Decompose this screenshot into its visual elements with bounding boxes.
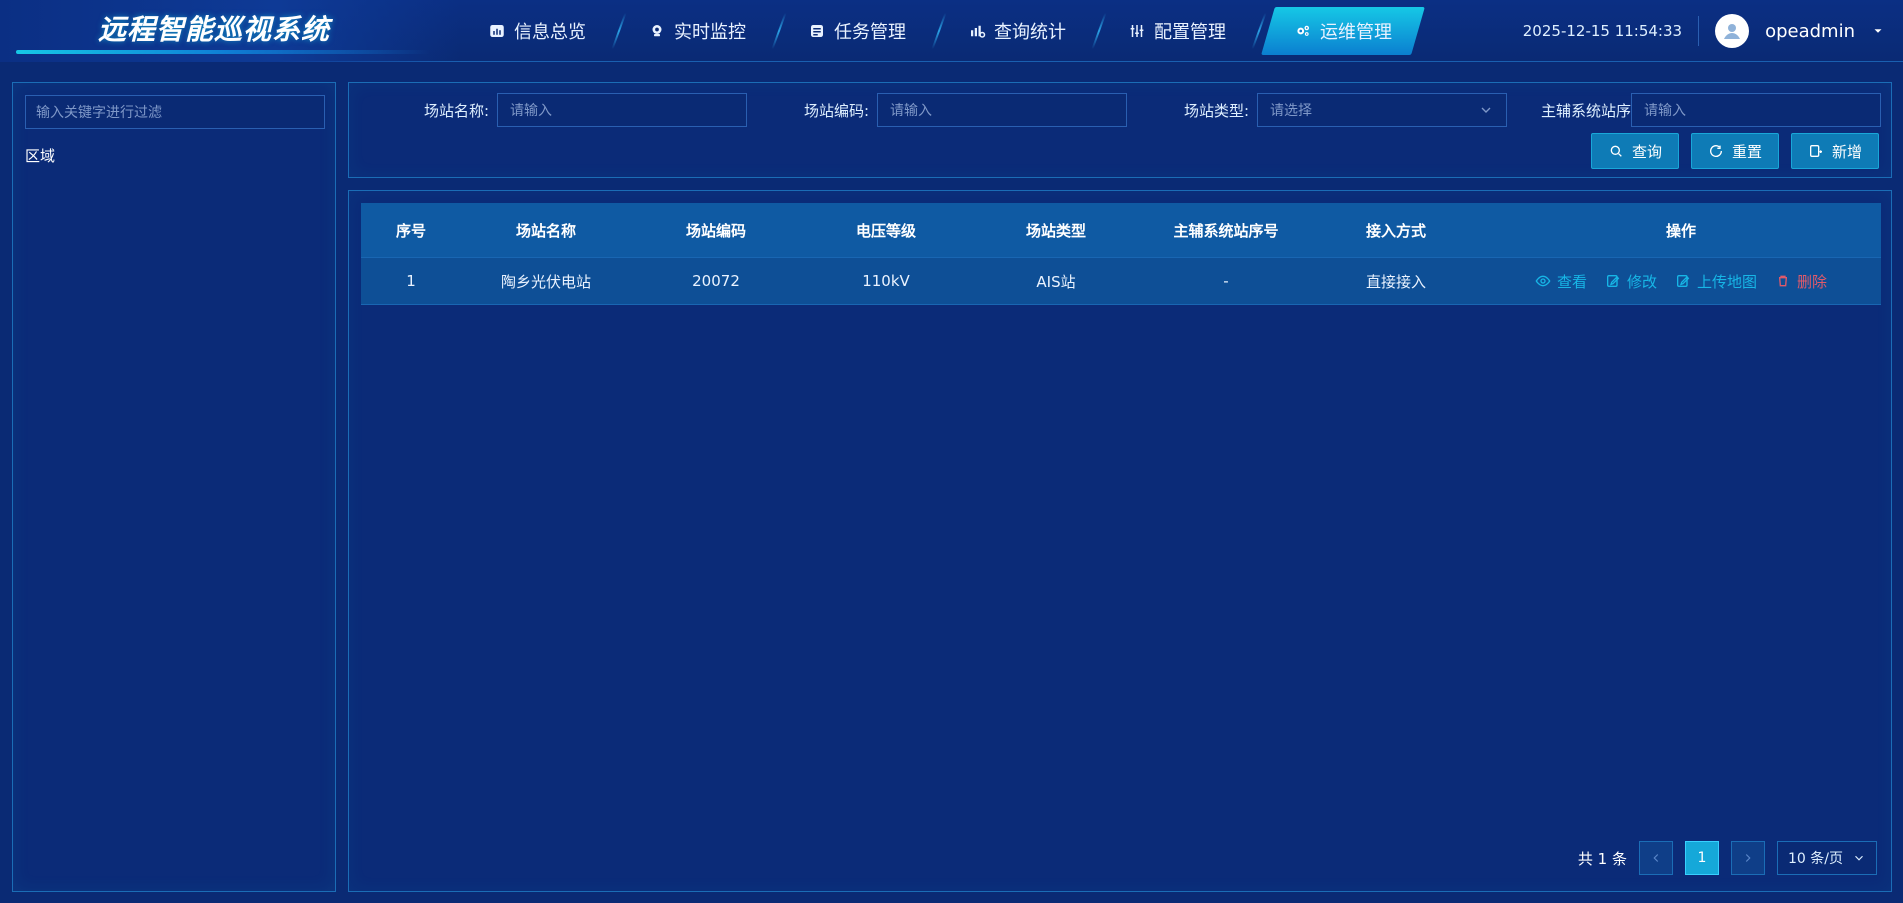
label-station-type: 场站类型:	[1183, 102, 1249, 120]
next-page-button[interactable]	[1731, 841, 1765, 875]
left-panel: 区域	[12, 82, 336, 892]
nav-item-config[interactable]: 配置管理	[1102, 7, 1267, 55]
add-label: 新增	[1831, 143, 1862, 161]
reset-label: 重置	[1731, 143, 1762, 161]
cell-code: 20072	[692, 272, 740, 290]
eye-icon	[1535, 275, 1551, 287]
view-label: 查看	[1556, 272, 1587, 291]
avatar[interactable]	[1715, 14, 1750, 48]
header-divider	[1698, 16, 1700, 46]
nav-label-overview: 信息总览	[514, 22, 586, 43]
search-row: 场站名称: 场站编码: 场站类型: 请选择 主辅系统站序号:	[349, 93, 1891, 129]
reset-button[interactable]: 重置	[1690, 133, 1779, 169]
caret-down-icon[interactable]	[1871, 24, 1885, 38]
pagination: 共 1 条 1 10 条/页	[1578, 841, 1877, 875]
camera-icon	[652, 25, 662, 37]
cell-index: 1	[406, 272, 416, 290]
th-name: 场站名称	[515, 221, 576, 240]
upload-map-label: 上传地图	[1697, 272, 1758, 291]
tree-root[interactable]: 区域	[25, 145, 55, 166]
datetime: 2025-12-15 11:54:33	[1522, 22, 1683, 40]
th-code: 场站编码	[685, 221, 746, 240]
cell-access: 直接接入	[1365, 272, 1426, 291]
refresh-icon	[1709, 145, 1722, 157]
cell-name: 陶乡光伏电站	[500, 272, 591, 291]
nav-item-monitor[interactable]: 实时监控	[622, 7, 787, 55]
edit-action[interactable]: 修改	[1605, 271, 1657, 292]
cell-actions: 查看 修改 上传地图 删除	[1481, 271, 1881, 292]
nav-item-tasks[interactable]: 任务管理	[782, 7, 947, 55]
username[interactable]: opeadmin	[1765, 21, 1855, 42]
stations-table: 序号 场站名称 场站编码 电压等级 场站类型 主辅系统站序号 接入方式 操作 1…	[361, 203, 1881, 305]
th-seq: 主辅系统站序号	[1173, 221, 1279, 240]
upload-map-icon	[1677, 275, 1690, 287]
user-icon	[1724, 24, 1741, 39]
trash-icon	[1779, 275, 1788, 287]
th-voltage: 电压等级	[855, 221, 916, 240]
chevron-right-icon	[1745, 854, 1751, 862]
chevron-down-icon	[1481, 107, 1491, 113]
page-1-button[interactable]: 1	[1685, 841, 1719, 875]
top-header: 远程智能巡视系统 信息总览 实时监控 任务管理 查询统计 配置管理 运维管理 2…	[0, 0, 1903, 62]
table-panel: 序号 场站名称 场站编码 电压等级 场站类型 主辅系统站序号 接入方式 操作 1…	[348, 190, 1892, 892]
filter-input[interactable]	[25, 95, 325, 129]
prev-page-button[interactable]	[1639, 841, 1673, 875]
nav-label-tasks: 任务管理	[834, 22, 906, 43]
main-aux-seq-input[interactable]	[1631, 93, 1881, 127]
station-code-input[interactable]	[877, 93, 1127, 127]
edit-icon	[1606, 275, 1620, 287]
gears-icon	[1297, 25, 1309, 36]
nav-label-monitor: 实时监控	[674, 22, 746, 43]
nav-label-config: 配置管理	[1154, 22, 1226, 43]
header-right: 2025-12-15 11:54:33 opeadmin	[1523, 0, 1885, 62]
view-action[interactable]: 查看	[1535, 271, 1587, 292]
nav-item-stats[interactable]: 查询统计	[942, 7, 1107, 55]
upload-map-action[interactable]: 上传地图	[1675, 271, 1757, 292]
label-station-name: 场站名称:	[423, 102, 489, 120]
nav-item-overview[interactable]: 信息总览	[462, 7, 627, 55]
edit-label: 修改	[1626, 272, 1657, 291]
main-nav: 信息总览 实时监控 任务管理 查询统计 配置管理 运维管理	[462, 0, 1428, 62]
station-type-select[interactable]: 请选择	[1257, 93, 1507, 127]
delete-action[interactable]: 删除	[1775, 271, 1827, 292]
title-area: 远程智能巡视系统	[0, 0, 460, 62]
th-index: 序号	[395, 221, 426, 240]
label-station-code: 场站编码:	[803, 102, 869, 120]
sliders-icon	[1130, 25, 1144, 37]
search-icon	[1610, 145, 1622, 157]
cell-seq: -	[1223, 272, 1229, 290]
task-icon	[811, 25, 823, 37]
chevron-down-icon	[1855, 855, 1863, 861]
cell-type: AIS站	[1036, 272, 1076, 291]
query-label: 查询	[1631, 143, 1662, 161]
nav-label-stats: 查询统计	[994, 22, 1066, 43]
page-size-select[interactable]: 10 条/页	[1777, 841, 1877, 875]
nav-label-ops: 运维管理	[1320, 22, 1392, 43]
overview-icon	[490, 25, 504, 37]
add-icon	[1809, 145, 1822, 157]
table-row: 1 陶乡光伏电站 20072 110kV AIS站 - 直接接入 查看 修改 上…	[361, 257, 1881, 305]
query-button[interactable]: 查询	[1590, 133, 1679, 169]
chevron-left-icon	[1653, 854, 1659, 862]
delete-label: 删除	[1797, 272, 1828, 291]
search-buttons: 查询 重置 新增	[1590, 133, 1879, 169]
page-size-label: 10 条/页	[1788, 851, 1843, 867]
search-panel: 场站名称: 场站编码: 场站类型: 请选择 主辅系统站序号: 查询	[348, 82, 1892, 178]
app-title: 远程智能巡视系统	[98, 13, 331, 46]
station-type-placeholder: 请选择	[1270, 103, 1312, 119]
stats-icon	[971, 25, 986, 38]
th-actions: 操作	[1665, 221, 1696, 240]
add-button[interactable]: 新增	[1790, 133, 1879, 169]
cell-voltage: 110kV	[862, 272, 910, 290]
nav-item-ops[interactable]: 运维管理	[1261, 7, 1425, 55]
table-header: 序号 场站名称 场站编码 电压等级 场站类型 主辅系统站序号 接入方式 操作	[361, 203, 1881, 257]
station-name-input[interactable]	[497, 93, 747, 127]
th-type: 场站类型	[1025, 221, 1086, 240]
th-access: 接入方式	[1365, 221, 1426, 240]
pagination-total: 共 1 条	[1577, 849, 1627, 868]
